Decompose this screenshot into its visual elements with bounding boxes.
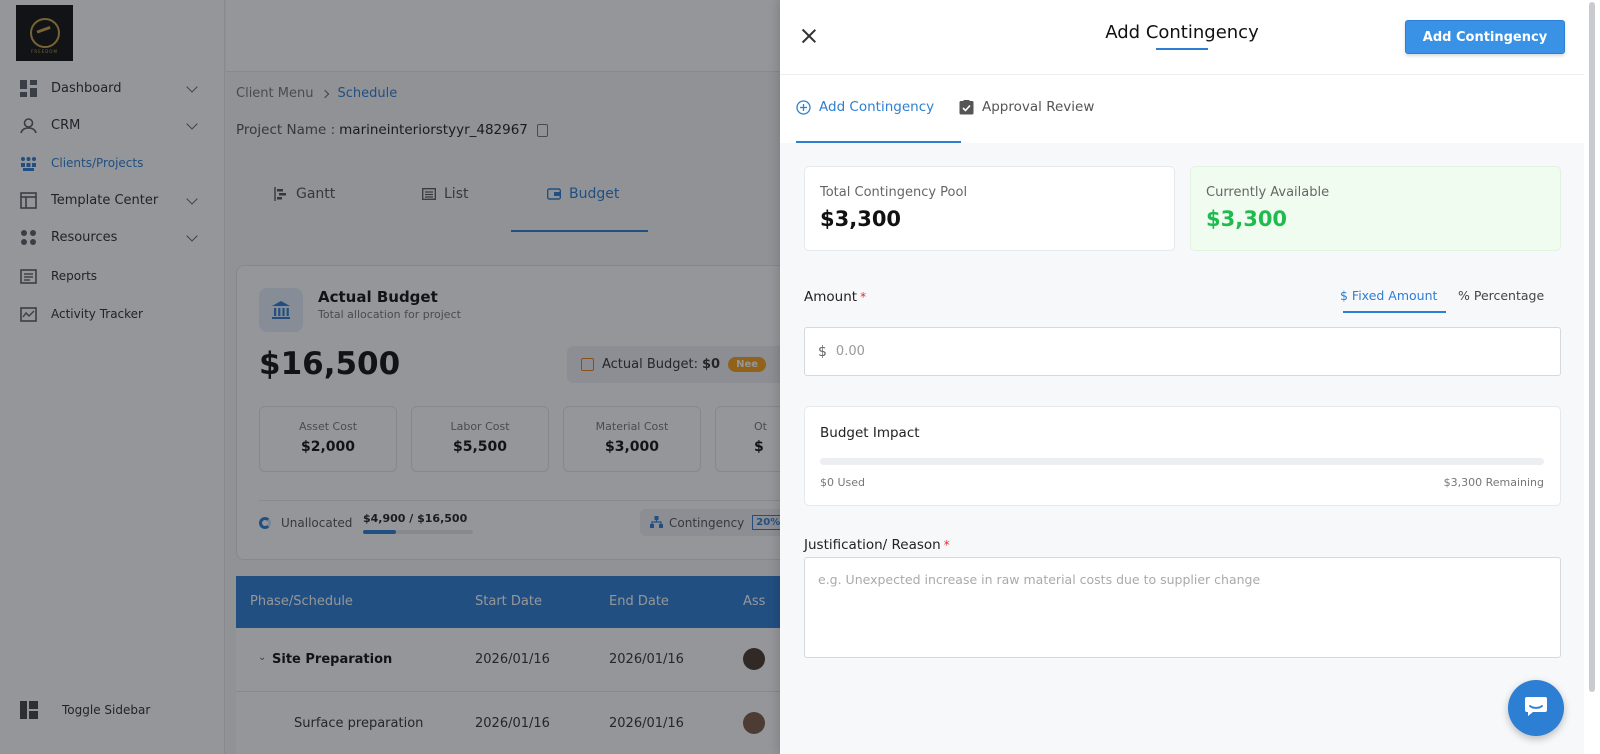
scrollbar-thumb[interactable]	[1589, 2, 1595, 692]
drawer-scrollbar[interactable]	[1584, 0, 1600, 754]
remaining-amount: $3,300 Remaining	[1443, 476, 1544, 489]
percentage-toggle[interactable]: % Percentage	[1458, 288, 1544, 303]
tab-approval-review-label: Approval Review	[982, 99, 1095, 115]
checkbox-icon	[959, 99, 974, 115]
required-marker: *	[943, 538, 950, 552]
pool-value: $3,300	[820, 207, 902, 231]
budget-impact-title: Budget Impact	[820, 425, 920, 441]
drawer-tabs: Add Contingency Approval Review	[780, 75, 1584, 143]
drawer-header: Add Contingency Add Contingency	[780, 0, 1584, 75]
plus-circle-icon	[796, 99, 811, 115]
title-underline	[1156, 48, 1208, 50]
justification-label: Justification/ Reason *	[804, 537, 950, 553]
mode-active-indicator	[1343, 311, 1446, 313]
budget-impact-card: Budget Impact $0 Used $3,300 Remaining	[804, 406, 1561, 506]
total-contingency-pool-card: Total Contingency Pool $3,300	[804, 166, 1175, 251]
currency-prefix: $	[818, 343, 827, 360]
tab-add-contingency-label: Add Contingency	[819, 99, 935, 115]
tab-active-indicator	[796, 141, 961, 143]
chat-icon	[1524, 696, 1548, 720]
amount-label: Amount *	[804, 289, 867, 305]
add-contingency-drawer: Add Contingency Add Contingency Add Cont…	[780, 0, 1584, 754]
used-amount: $0 Used	[820, 476, 866, 489]
amount-input[interactable]	[835, 344, 1536, 359]
required-marker: *	[860, 290, 867, 304]
amount-field[interactable]: $	[804, 327, 1561, 376]
budget-impact-bar	[820, 458, 1544, 465]
pool-label: Total Contingency Pool	[820, 185, 968, 200]
chat-button[interactable]	[1508, 680, 1564, 736]
add-contingency-button[interactable]: Add Contingency	[1405, 20, 1565, 54]
available-value: $3,300	[1206, 207, 1288, 231]
currently-available-card: Currently Available $3,300	[1190, 166, 1561, 251]
available-label: Currently Available	[1206, 185, 1330, 200]
justification-textarea[interactable]	[804, 557, 1561, 658]
tab-approval-review[interactable]: Approval Review	[959, 99, 1094, 115]
fixed-amount-toggle[interactable]: $ Fixed Amount	[1340, 288, 1437, 303]
tab-add-contingency[interactable]: Add Contingency	[796, 99, 934, 115]
